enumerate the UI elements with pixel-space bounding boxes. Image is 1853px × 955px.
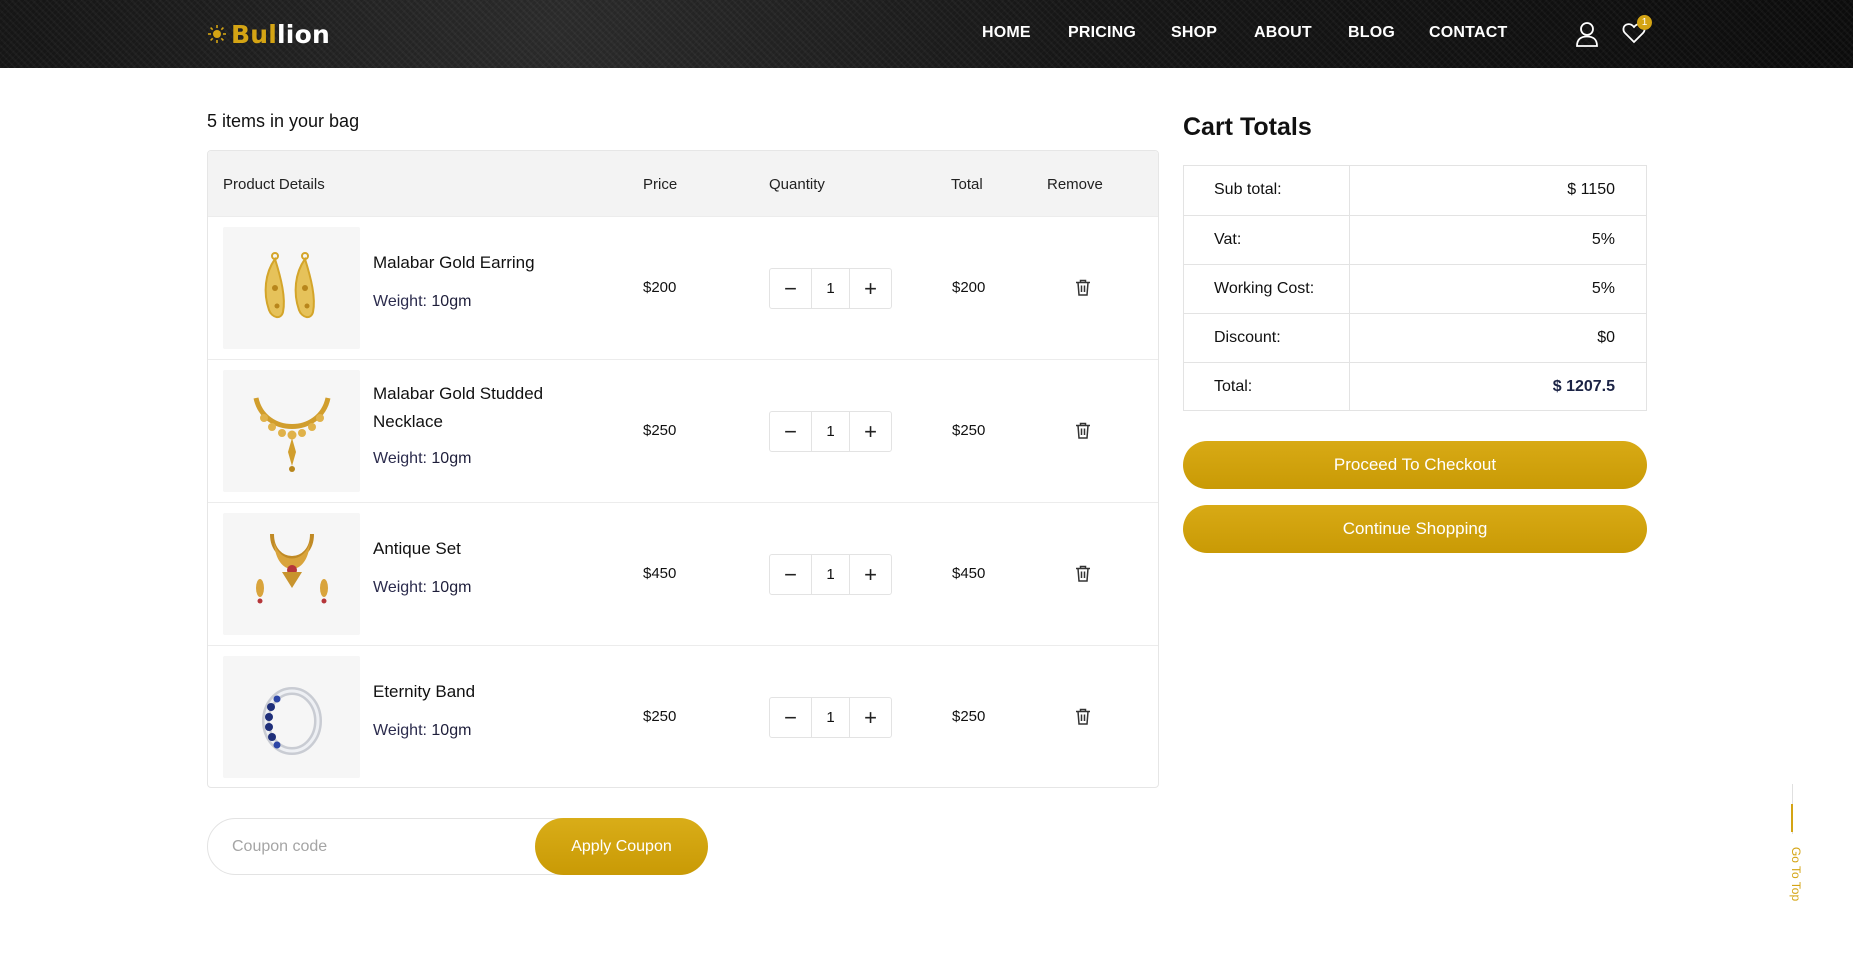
product-weight: Weight: 10gm (373, 293, 472, 310)
totals-row-working-cost: Working Cost: 5% (1184, 264, 1646, 313)
totals-row-subtotal: Sub total: $ 1150 (1184, 166, 1646, 215)
cart-row: Malabar Gold Studded Necklace Weight: 10… (208, 359, 1158, 502)
product-image-earrings[interactable] (223, 227, 360, 349)
quantity-stepper: − 1 + (769, 411, 892, 452)
totals-label: Total: (1214, 378, 1253, 395)
coupon-form: Apply Coupon (207, 818, 708, 875)
trash-icon[interactable] (1075, 565, 1091, 587)
line-total: $250 (952, 708, 986, 725)
totals-value: 5% (1591, 231, 1615, 248)
trash-icon[interactable] (1075, 279, 1091, 301)
qty-value[interactable]: 1 (811, 269, 850, 308)
cart-row: Malabar Gold Earring Weight: 10gm $200 −… (208, 216, 1158, 359)
nav-contact[interactable]: CONTACT (1429, 24, 1507, 42)
bag-count-title: 5 items in your bag (207, 111, 360, 131)
col-total: Total (951, 176, 983, 193)
qty-decrease-button[interactable]: − (770, 698, 811, 737)
product-name[interactable]: Malabar Gold Studded Necklace (373, 380, 573, 436)
quantity-stepper: − 1 + (769, 268, 892, 309)
qty-increase-button[interactable]: + (850, 269, 891, 308)
product-image-necklace[interactable] (223, 370, 360, 492)
product-image-eternity-band[interactable] (223, 656, 360, 778)
apply-coupon-button[interactable]: Apply Coupon (535, 818, 708, 875)
nav-pricing[interactable]: PRICING (1068, 24, 1136, 42)
col-price: Price (643, 176, 678, 193)
qty-decrease-button[interactable]: − (770, 269, 811, 308)
nav-about[interactable]: ABOUT (1254, 24, 1312, 42)
qty-decrease-button[interactable]: − (770, 412, 811, 451)
wishlist-count-badge: 1 (1637, 15, 1652, 30)
logo[interactable]: Bullion (207, 19, 330, 49)
grand-total-value: $ 1207.5 (1552, 378, 1615, 395)
qty-value[interactable]: 1 (811, 412, 850, 451)
proceed-to-checkout-button[interactable]: Proceed To Checkout (1183, 441, 1647, 489)
trash-icon[interactable] (1075, 708, 1091, 730)
coupon-code-input[interactable] (208, 819, 538, 874)
totals-row-vat: Vat: 5% (1184, 215, 1646, 264)
cart-totals-title: Cart Totals (1183, 113, 1312, 141)
product-price: $200 (643, 279, 677, 296)
continue-shopping-button[interactable]: Continue Shopping (1183, 505, 1647, 553)
nav-blog[interactable]: BLOG (1348, 24, 1395, 42)
nav-shop[interactable]: SHOP (1171, 24, 1217, 42)
totals-row-discount: Discount: $0 (1184, 313, 1646, 362)
trash-icon[interactable] (1075, 422, 1091, 444)
product-price: $450 (643, 565, 677, 582)
logo-text: Bullion (231, 19, 330, 49)
cart-row: Eternity Band Weight: 10gm $250 − 1 + $2… (208, 645, 1158, 787)
qty-increase-button[interactable]: + (850, 555, 891, 594)
cart-table-header: Product Details Price Quantity Total Rem… (208, 151, 1158, 216)
nav-home[interactable]: HOME (982, 24, 1031, 42)
qty-value[interactable]: 1 (811, 555, 850, 594)
cart-row: Antique Set Weight: 10gm $450 − 1 + $450 (208, 502, 1158, 645)
qty-decrease-button[interactable]: − (770, 555, 811, 594)
line-total: $200 (952, 279, 986, 296)
go-to-top-indicator (1791, 804, 1793, 832)
qty-increase-button[interactable]: + (850, 698, 891, 737)
col-quantity: Quantity (769, 176, 825, 193)
quantity-stepper: − 1 + (769, 554, 892, 595)
quantity-stepper: − 1 + (769, 697, 892, 738)
product-price: $250 (643, 708, 677, 725)
product-name[interactable]: Antique Set (373, 535, 573, 563)
qty-increase-button[interactable]: + (850, 412, 891, 451)
product-price: $250 (643, 422, 677, 439)
product-weight: Weight: 10gm (373, 450, 472, 467)
cart-totals-table: Sub total: $ 1150 Vat: 5% Working Cost: … (1183, 165, 1647, 411)
totals-value: $ 1150 (1567, 181, 1615, 198)
totals-value: $0 (1597, 329, 1615, 346)
user-icon[interactable] (1575, 21, 1599, 52)
totals-row-total: Total: $ 1207.5 (1184, 362, 1646, 411)
line-total: $450 (952, 565, 986, 582)
totals-label: Vat: (1214, 231, 1242, 248)
product-weight: Weight: 10gm (373, 722, 472, 739)
totals-label: Working Cost: (1214, 280, 1315, 297)
totals-label: Sub total: (1214, 181, 1282, 198)
col-product: Product Details (223, 176, 325, 193)
totals-value: 5% (1591, 280, 1615, 297)
qty-value[interactable]: 1 (811, 698, 850, 737)
cart-table: Product Details Price Quantity Total Rem… (207, 150, 1159, 788)
go-to-top-link[interactable]: Go To Top (1787, 844, 1803, 904)
product-name[interactable]: Eternity Band (373, 678, 573, 706)
product-image-antique-set[interactable] (223, 513, 360, 635)
product-name[interactable]: Malabar Gold Earring (373, 249, 573, 277)
product-weight: Weight: 10gm (373, 579, 472, 596)
totals-label: Discount: (1214, 329, 1281, 346)
sun-ornament-icon (207, 24, 227, 44)
line-total: $250 (952, 422, 986, 439)
col-remove: Remove (1047, 176, 1103, 193)
